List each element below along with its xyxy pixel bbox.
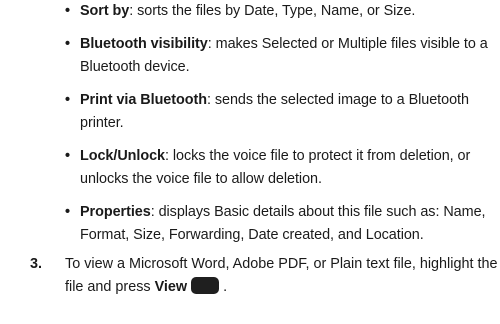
step-text: To view a Microsoft Word, Adobe PDF, or … (65, 256, 498, 295)
step-text-end: . (219, 279, 228, 295)
term-print-via-bluetooth: Print via Bluetooth (80, 92, 207, 108)
step-3: 3. To view a Microsoft Word, Adobe PDF, … (0, 253, 500, 299)
list-item: • Bluetooth visibility: makes Selected o… (0, 33, 500, 79)
view-label: View (154, 279, 188, 295)
options-list: • Sort by: sorts the files by Date, Type… (0, 0, 500, 257)
term-bluetooth-visibility: Bluetooth visibility (80, 36, 208, 52)
term-properties: Properties (80, 204, 151, 220)
list-item: • Sort by: sorts the files by Date, Type… (0, 0, 500, 23)
bullet-dot-icon: • (65, 148, 70, 164)
step-number: 3. (30, 256, 43, 272)
bullet-dot-icon: • (65, 92, 70, 108)
bullet-dot-icon: • (65, 3, 70, 19)
bullet-dot-icon: • (65, 36, 70, 52)
list-item: • Properties: displays Basic details abo… (0, 201, 500, 247)
term-lock-unlock: Lock/Unlock (80, 148, 166, 164)
description: : sorts the files by Date, Type, Name, o… (129, 3, 416, 19)
softkey-icon (191, 277, 220, 294)
term-sort-by: Sort by (80, 3, 130, 19)
bullet-dot-icon: • (65, 204, 70, 220)
list-item: • Lock/Unlock: locks the voice file to p… (0, 145, 500, 191)
list-item: • Print via Bluetooth: sends the selecte… (0, 89, 500, 135)
